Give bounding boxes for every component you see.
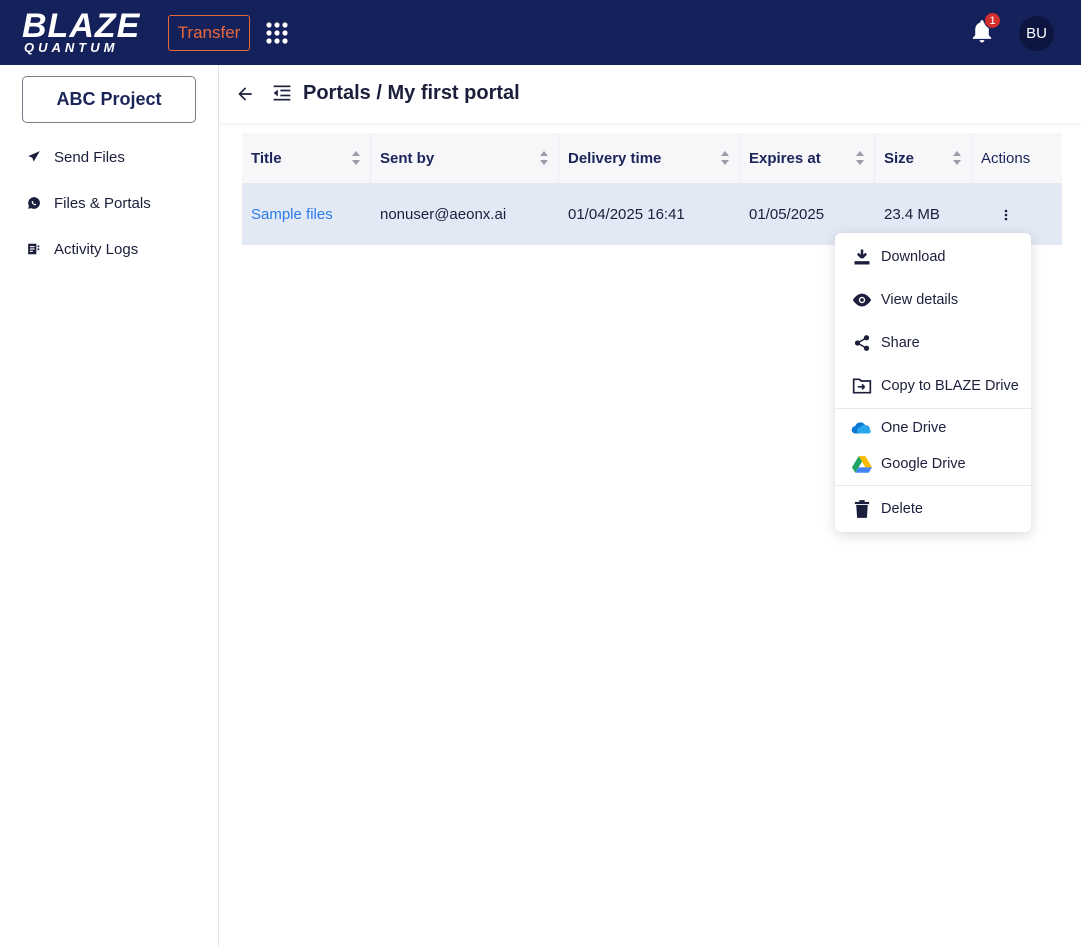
share-icon bbox=[851, 332, 873, 354]
menu-item-view-details[interactable]: View details bbox=[835, 282, 1031, 318]
sort-icon[interactable] bbox=[952, 151, 962, 165]
breadcrumb: Portals / My first portal bbox=[303, 82, 520, 104]
sort-icon[interactable] bbox=[855, 151, 865, 165]
user-avatar[interactable]: BU bbox=[1019, 16, 1054, 51]
column-label: Sent by bbox=[380, 149, 435, 167]
column-header-expires-at[interactable]: Expires at bbox=[740, 133, 875, 183]
column-label: Expires at bbox=[749, 149, 821, 167]
project-selector-button[interactable]: ABC Project bbox=[22, 76, 196, 123]
logs-icon bbox=[26, 241, 42, 257]
top-bar: BLAZE QUANTUM Transfer 1 BU bbox=[0, 0, 1081, 65]
column-header-delivery-time[interactable]: Delivery time bbox=[559, 133, 740, 183]
column-header-size[interactable]: Size bbox=[875, 133, 972, 183]
delivery-time-cell: 01/04/2025 16:41 bbox=[568, 206, 685, 223]
file-title-link[interactable]: Sample files bbox=[242, 184, 371, 245]
eye-icon bbox=[851, 289, 873, 311]
apps-grid-icon[interactable] bbox=[265, 21, 289, 45]
sidebar-item-files-portals[interactable]: Files & Portals bbox=[26, 191, 206, 215]
more-vertical-icon[interactable] bbox=[996, 205, 1016, 225]
sidebar-item-activity-logs[interactable]: Activity Logs bbox=[26, 237, 206, 261]
menu-item-label: Copy to BLAZE Drive bbox=[881, 378, 1019, 394]
menu-item-label: Share bbox=[881, 335, 920, 351]
column-label: Size bbox=[884, 149, 915, 167]
sent-by-cell: nonuser@aeonx.ai bbox=[380, 206, 507, 223]
column-header-actions: Actions bbox=[972, 133, 1062, 183]
menu-divider bbox=[835, 408, 1031, 409]
copy-to-drive-icon bbox=[851, 375, 873, 397]
page-header: Portals / My first portal bbox=[219, 65, 1081, 123]
collapse-menu-icon[interactable] bbox=[272, 83, 292, 103]
column-label: Actions bbox=[981, 149, 1031, 167]
onedrive-icon bbox=[851, 417, 873, 439]
logo-main-text: BLAZE bbox=[22, 7, 141, 45]
chat-bubble-icon bbox=[26, 195, 42, 211]
menu-item-label: Google Drive bbox=[881, 456, 966, 472]
sort-icon[interactable] bbox=[720, 151, 730, 165]
sidebar-item-label: Activity Logs bbox=[54, 240, 139, 258]
trash-icon bbox=[851, 498, 873, 520]
blaze-quantum-logo[interactable]: BLAZE QUANTUM bbox=[22, 7, 148, 54]
download-icon bbox=[851, 246, 873, 268]
menu-item-google-drive[interactable]: Google Drive bbox=[835, 446, 1031, 482]
menu-item-one-drive[interactable]: One Drive bbox=[835, 410, 1031, 446]
table-header: Title Sent by Delivery time Expires at S… bbox=[242, 133, 1062, 184]
sidebar-item-send-files[interactable]: Send Files bbox=[26, 145, 206, 169]
menu-item-label: Delete bbox=[881, 501, 923, 517]
menu-item-delete[interactable]: Delete bbox=[835, 491, 1031, 527]
transfer-button[interactable]: Transfer bbox=[168, 15, 250, 51]
sidebar-item-label: Files & Portals bbox=[54, 194, 151, 212]
sort-icon[interactable] bbox=[539, 151, 549, 165]
actions-dropdown-menu: Download View details Share Copy to BLAZ… bbox=[835, 233, 1031, 532]
column-label: Delivery time bbox=[568, 149, 662, 167]
menu-item-share[interactable]: Share bbox=[835, 325, 1031, 361]
column-header-title[interactable]: Title bbox=[242, 133, 371, 183]
menu-divider bbox=[835, 485, 1031, 486]
sidebar: ABC Project Send Files Files & Portals A… bbox=[0, 65, 219, 946]
column-label: Title bbox=[251, 149, 282, 167]
google-drive-icon bbox=[851, 453, 873, 475]
menu-item-label: Download bbox=[881, 249, 946, 265]
sidebar-item-label: Send Files bbox=[54, 148, 125, 166]
notification-badge: 1 bbox=[984, 12, 1001, 29]
menu-item-copy-to-blaze-drive[interactable]: Copy to BLAZE Drive bbox=[835, 368, 1031, 404]
sort-icon[interactable] bbox=[351, 151, 361, 165]
menu-item-label: One Drive bbox=[881, 420, 947, 436]
menu-item-download[interactable]: Download bbox=[835, 239, 1031, 275]
send-icon bbox=[26, 149, 42, 165]
column-header-sent-by[interactable]: Sent by bbox=[371, 133, 559, 183]
menu-item-label: View details bbox=[881, 292, 959, 308]
back-arrow-icon[interactable] bbox=[235, 84, 255, 104]
portal-files-table: Title Sent by Delivery time Expires at S… bbox=[242, 133, 1062, 245]
